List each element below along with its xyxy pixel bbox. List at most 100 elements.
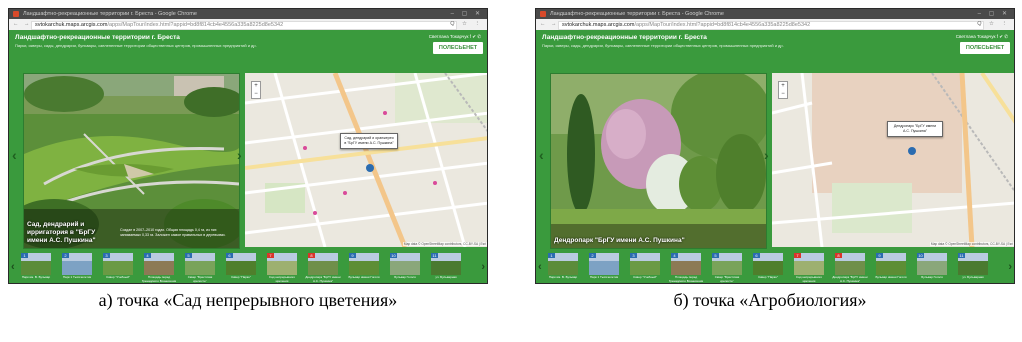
street-map: [245, 73, 487, 247]
map-popup: Сад, дендрарий и оранжерея в "БрГУ имени…: [340, 133, 398, 149]
thumbnail[interactable]: 1: [21, 253, 51, 275]
thumbnail[interactable]: 5: [712, 253, 742, 275]
thumbnail-strip: ‹ › 1 Парк им. В. Бульвар 2 Парк 1 Тысячеле…: [9, 251, 487, 283]
thumbnail[interactable]: 1: [548, 253, 578, 275]
app-subtitle: Парки, скверы, сады, дендрарии, бульвары…: [542, 43, 784, 48]
thumbnail[interactable]: 4: [671, 253, 701, 275]
thumbnail[interactable]: 7: [267, 253, 297, 275]
thumbnail-label: Сквер "Учебный": [633, 276, 657, 279]
strip-next-icon[interactable]: ›: [1008, 261, 1012, 273]
thumbnail[interactable]: 8: [835, 253, 865, 275]
thumbnail-number: 8: [835, 253, 842, 258]
thumbnail-label: ул. Бульварная: [962, 276, 984, 279]
thumbnail[interactable]: 3: [103, 253, 133, 275]
thumbnail-label: ул. Бульварная: [435, 276, 457, 279]
url-field[interactable]: svtokarchuk.maps.arcgis.com/apps/MapTour…: [558, 21, 984, 30]
thumbnail-number: 5: [712, 253, 719, 258]
browser-tools[interactable]: Q ☆ ⋮: [977, 19, 1010, 30]
zoom-control[interactable]: + −: [778, 81, 788, 99]
thumbnail[interactable]: 6: [226, 253, 256, 275]
window-controls[interactable]: – ▢ ✕: [451, 9, 483, 19]
thumbnail-number: 10: [917, 253, 924, 258]
thumbnail[interactable]: 8: [308, 253, 338, 275]
zoom-out-button[interactable]: −: [779, 90, 787, 98]
map-panel[interactable]: + − Сад, дендрарий и оранжерея в "БрГУ им…: [245, 73, 487, 247]
thumbnail-label: Бульвар Гоголя: [394, 276, 416, 279]
strip-prev-icon[interactable]: ‹: [11, 261, 15, 273]
thumbnail[interactable]: 10: [917, 253, 947, 275]
window-title: Ландшафтно-рекреационные территории г. Б…: [23, 11, 197, 17]
thumbnail-label: Парк 1 Тысячелетия: [589, 276, 619, 279]
thumbnail-label: Сквер "Учебный": [106, 276, 130, 279]
thumbnail-label: Бульвар имени Гоголя: [348, 276, 380, 279]
thumbnail[interactable]: 4: [144, 253, 174, 275]
map-attribution: Map data © OpenStreetMap contributors, C…: [402, 242, 487, 246]
zoom-in-button[interactable]: +: [252, 82, 260, 90]
app-title: Ландшафтно-рекреационные территории г. Б…: [542, 34, 707, 41]
thumbnail[interactable]: 5: [185, 253, 215, 275]
map-panel[interactable]: + − Дендропарк "БрГУ имени А.С. Пушкина" …: [772, 73, 1014, 247]
thumbnail-number: 9: [876, 253, 883, 258]
thumbnail-number: 7: [794, 253, 801, 258]
map-popup: Дендропарк "БрГУ имени А.С. Пушкина": [887, 121, 943, 137]
thumbnail-strip: ‹ › 1 Парк им. В. Бульвар 2 Парк 1 Тысячеле…: [536, 251, 1014, 283]
thumbnail-number: 8: [308, 253, 315, 258]
thumbnail[interactable]: 2: [589, 253, 619, 275]
window-titlebar: Ландшафтно-рекреационные территории г. Б…: [536, 9, 1014, 19]
zoom-control[interactable]: + −: [251, 81, 261, 99]
app-title: Ландшафтно-рекреационные территории г. Б…: [15, 34, 180, 41]
thumbnail[interactable]: 6: [753, 253, 783, 275]
strip-next-icon[interactable]: ›: [481, 261, 485, 273]
thumbnail[interactable]: 11: [431, 253, 461, 275]
figure-label-b: б) точка «Агробиология»: [673, 290, 867, 310]
thumbnail-number: 7: [267, 253, 274, 258]
thumbnail-number: 11: [958, 253, 965, 258]
zoom-out-button[interactable]: −: [252, 90, 260, 98]
thumbnail[interactable]: 2: [62, 253, 92, 275]
thumbnail-number: 4: [144, 253, 151, 258]
thumbnail-label: Сад непрерывного цветения: [268, 276, 296, 283]
zoom-in-button[interactable]: +: [779, 82, 787, 90]
thumbnail-label: Сквер "Брестская крепость": [714, 276, 740, 283]
street-map: [772, 73, 1014, 247]
window-title: Ландшафтно-рекреационные территории г. Б…: [550, 11, 724, 17]
thumbnail[interactable]: 7: [794, 253, 824, 275]
favicon: [13, 11, 19, 17]
thumbnail-number: 4: [671, 253, 678, 258]
thumbnail-label: Сквер "Парко": [758, 276, 778, 279]
share-links[interactable]: Светлана Токарчук f ✔ ✆: [429, 34, 481, 40]
thumbnail-number: 3: [103, 253, 110, 258]
next-arrow-icon[interactable]: ›: [237, 148, 242, 162]
url-field[interactable]: svtokarchuk.maps.arcgis.com/apps/MapTour…: [31, 21, 457, 30]
strip-prev-icon[interactable]: ‹: [538, 261, 542, 273]
thumbnail-number: 2: [62, 253, 69, 258]
app-subtitle: Парки, скверы, сады, дендрарии, бульвары…: [15, 43, 257, 48]
share-links[interactable]: Светлана Токарчук f ✔ ✆: [956, 34, 1008, 40]
thumbnail-label: Парк им. В. Бульвар: [21, 276, 51, 279]
stop-caption: Дендропарк "БрГУ имени А.С. Пушкина": [554, 237, 685, 244]
thumbnail[interactable]: 9: [349, 253, 379, 275]
thumbnail[interactable]: 3: [630, 253, 660, 275]
prev-arrow-icon[interactable]: ‹: [12, 148, 17, 162]
thumbnail-number: 10: [390, 253, 397, 258]
thumbnail-number: 1: [21, 253, 28, 258]
window-titlebar: Ландшафтно-рекреационные территории г. Б…: [9, 9, 487, 19]
thumbnail-number: 6: [753, 253, 760, 258]
thumbnail-label: Бульвар имени Гоголя: [875, 276, 907, 279]
photo-panel: Дендропарк "БрГУ имени А.С. Пушкина": [550, 73, 767, 249]
figure-label-a: а) точка «Сад непрерывного цветения»: [98, 290, 398, 310]
window-controls[interactable]: – ▢ ✕: [978, 9, 1010, 19]
map-tour-app: Ландшафтно-рекреационные территории г. Б…: [9, 30, 487, 283]
photo-panel: Сад, дендрарий и ирригатория в "БрГУ име…: [23, 73, 240, 249]
browser-screenshot-a: Ландшафтно-рекреационные территории г. Б…: [8, 8, 488, 284]
browser-tools[interactable]: Q ☆ ⋮: [450, 19, 483, 30]
next-arrow-icon[interactable]: ›: [764, 148, 769, 162]
thumbnail-label: Сквер "Брестская крепость": [187, 276, 213, 283]
thumbnail-number: 6: [226, 253, 233, 258]
thumbnail[interactable]: 10: [390, 253, 420, 275]
prev-arrow-icon[interactable]: ‹: [539, 148, 544, 162]
thumbnail[interactable]: 11: [958, 253, 988, 275]
thumbnail-label: Площадь перед Гренадского Вознесения: [668, 276, 704, 283]
thumbnail[interactable]: 9: [876, 253, 906, 275]
favicon: [540, 11, 546, 17]
